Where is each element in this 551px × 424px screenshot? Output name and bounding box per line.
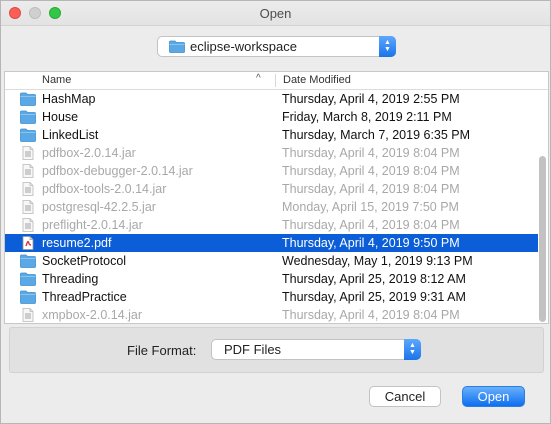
file-date-modified: Thursday, April 4, 2019 8:04 PM bbox=[282, 146, 460, 160]
file-name: LinkedList bbox=[42, 128, 99, 142]
file-name: postgresql-42.2.5.jar bbox=[42, 200, 156, 214]
file-format-select-arrows[interactable]: ▲ ▼ bbox=[404, 339, 421, 360]
location-value: eclipse-workspace bbox=[190, 39, 297, 54]
file-date-modified: Thursday, April 4, 2019 2:55 PM bbox=[282, 92, 460, 106]
file-format-panel: File Format: PDF Files ▲ ▼ bbox=[9, 327, 544, 373]
file-format-label: File Format: bbox=[127, 343, 197, 358]
jar-file-icon bbox=[20, 146, 36, 160]
column-header-date-modified[interactable]: Date Modified bbox=[283, 74, 351, 86]
title-bar[interactable]: Open bbox=[1, 1, 550, 26]
column-header-name[interactable]: Name bbox=[42, 74, 71, 86]
file-name: resume2.pdf bbox=[42, 236, 112, 250]
open-button[interactable]: Open bbox=[462, 386, 525, 407]
file-date-modified: Thursday, April 4, 2019 8:04 PM bbox=[282, 218, 460, 232]
file-date-modified: Thursday, April 25, 2019 9:31 AM bbox=[282, 290, 466, 304]
folder-icon bbox=[20, 128, 36, 142]
file-row: pdfbox-debugger-2.0.14.jar Thursday, Apri… bbox=[5, 162, 538, 180]
jar-file-icon bbox=[20, 308, 36, 322]
file-row[interactable]: HashMap Thursday, April 4, 2019 2:55 PM bbox=[5, 90, 538, 108]
jar-file-icon bbox=[20, 164, 36, 178]
file-name: SocketProtocol bbox=[42, 254, 127, 268]
file-date-modified: Monday, April 15, 2019 7:50 PM bbox=[282, 200, 459, 214]
cancel-button[interactable]: Cancel bbox=[369, 386, 441, 407]
file-name: ThreadPractice bbox=[42, 290, 127, 304]
folder-icon bbox=[20, 290, 36, 304]
folder-icon bbox=[20, 254, 36, 268]
chevron-up-icon: ▲ bbox=[384, 39, 391, 46]
file-date-modified: Thursday, March 7, 2019 6:35 PM bbox=[282, 128, 471, 142]
vertical-scrollbar[interactable] bbox=[539, 156, 546, 322]
pdf-file-icon bbox=[20, 236, 36, 250]
chevron-up-icon: ▲ bbox=[409, 342, 416, 349]
chevron-down-icon: ▼ bbox=[384, 46, 391, 53]
list-header: Name ^ Date Modified bbox=[5, 72, 548, 90]
file-row: pdfbox-tools-2.0.14.jar Thursday, April 4… bbox=[5, 180, 538, 198]
file-row[interactable]: resume2.pdf Thursday, April 4, 2019 9:50 … bbox=[5, 234, 538, 252]
file-row[interactable]: SocketProtocol Wednesday, May 1, 2019 9:1… bbox=[5, 252, 538, 270]
file-row: preflight-2.0.14.jar Thursday, April 4, 2… bbox=[5, 216, 538, 234]
jar-file-icon bbox=[20, 200, 36, 214]
sort-ascending-icon: ^ bbox=[256, 73, 261, 84]
folder-icon bbox=[20, 110, 36, 124]
chevron-down-icon: ▼ bbox=[409, 349, 416, 356]
file-list[interactable]: Name ^ Date Modified HashMap Thursday, Ap… bbox=[4, 71, 549, 324]
file-format-value: PDF Files bbox=[224, 342, 282, 357]
file-row: pdfbox-2.0.14.jar Thursday, April 4, 2019… bbox=[5, 144, 538, 162]
file-row: postgresql-42.2.5.jar Monday, April 15, 2… bbox=[5, 198, 538, 216]
file-name: pdfbox-debugger-2.0.14.jar bbox=[42, 164, 193, 178]
file-date-modified: Thursday, April 4, 2019 8:04 PM bbox=[282, 308, 460, 322]
jar-file-icon bbox=[20, 182, 36, 196]
file-name: House bbox=[42, 110, 79, 124]
file-date-modified: Friday, March 8, 2019 2:11 PM bbox=[282, 110, 452, 124]
open-dialog: Open eclipse-workspace ▲ ▼ Name ^ Date M… bbox=[0, 0, 551, 424]
file-row[interactable]: House Friday, March 8, 2019 2:11 PM bbox=[5, 108, 538, 126]
folder-icon bbox=[169, 40, 185, 53]
location-popup[interactable]: eclipse-workspace ▲ ▼ bbox=[157, 36, 396, 57]
file-name: pdfbox-2.0.14.jar bbox=[42, 146, 136, 160]
file-row[interactable]: Threading Thursday, April 25, 2019 8:12 A… bbox=[5, 270, 538, 288]
file-rows: HashMap Thursday, April 4, 2019 2:55 PM Ho… bbox=[5, 90, 538, 323]
file-name: pdfbox-tools-2.0.14.jar bbox=[42, 182, 167, 196]
file-row: xmpbox-2.0.14.jar Thursday, April 4, 2019… bbox=[5, 306, 538, 323]
file-name: xmpbox-2.0.14.jar bbox=[42, 308, 143, 322]
folder-icon bbox=[20, 272, 36, 286]
window-title: Open bbox=[259, 6, 292, 21]
file-row[interactable]: LinkedList Thursday, March 7, 2019 6:35 P… bbox=[5, 126, 538, 144]
file-row[interactable]: ThreadPractice Thursday, April 25, 2019 9… bbox=[5, 288, 538, 306]
file-date-modified: Thursday, April 4, 2019 9:50 PM bbox=[282, 236, 460, 250]
file-date-modified: Wednesday, May 1, 2019 9:13 PM bbox=[282, 254, 473, 268]
file-name: preflight-2.0.14.jar bbox=[42, 218, 143, 232]
location-popup-arrows[interactable]: ▲ ▼ bbox=[379, 36, 396, 57]
folder-icon bbox=[20, 92, 36, 106]
file-date-modified: Thursday, April 4, 2019 8:04 PM bbox=[282, 182, 460, 196]
file-name: HashMap bbox=[42, 92, 96, 106]
file-name: Threading bbox=[42, 272, 99, 286]
column-divider[interactable] bbox=[275, 74, 276, 87]
jar-file-icon bbox=[20, 218, 36, 232]
file-format-select[interactable]: PDF Files ▲ ▼ bbox=[211, 339, 421, 360]
file-date-modified: Thursday, April 4, 2019 8:04 PM bbox=[282, 164, 460, 178]
file-date-modified: Thursday, April 25, 2019 8:12 AM bbox=[282, 272, 466, 286]
